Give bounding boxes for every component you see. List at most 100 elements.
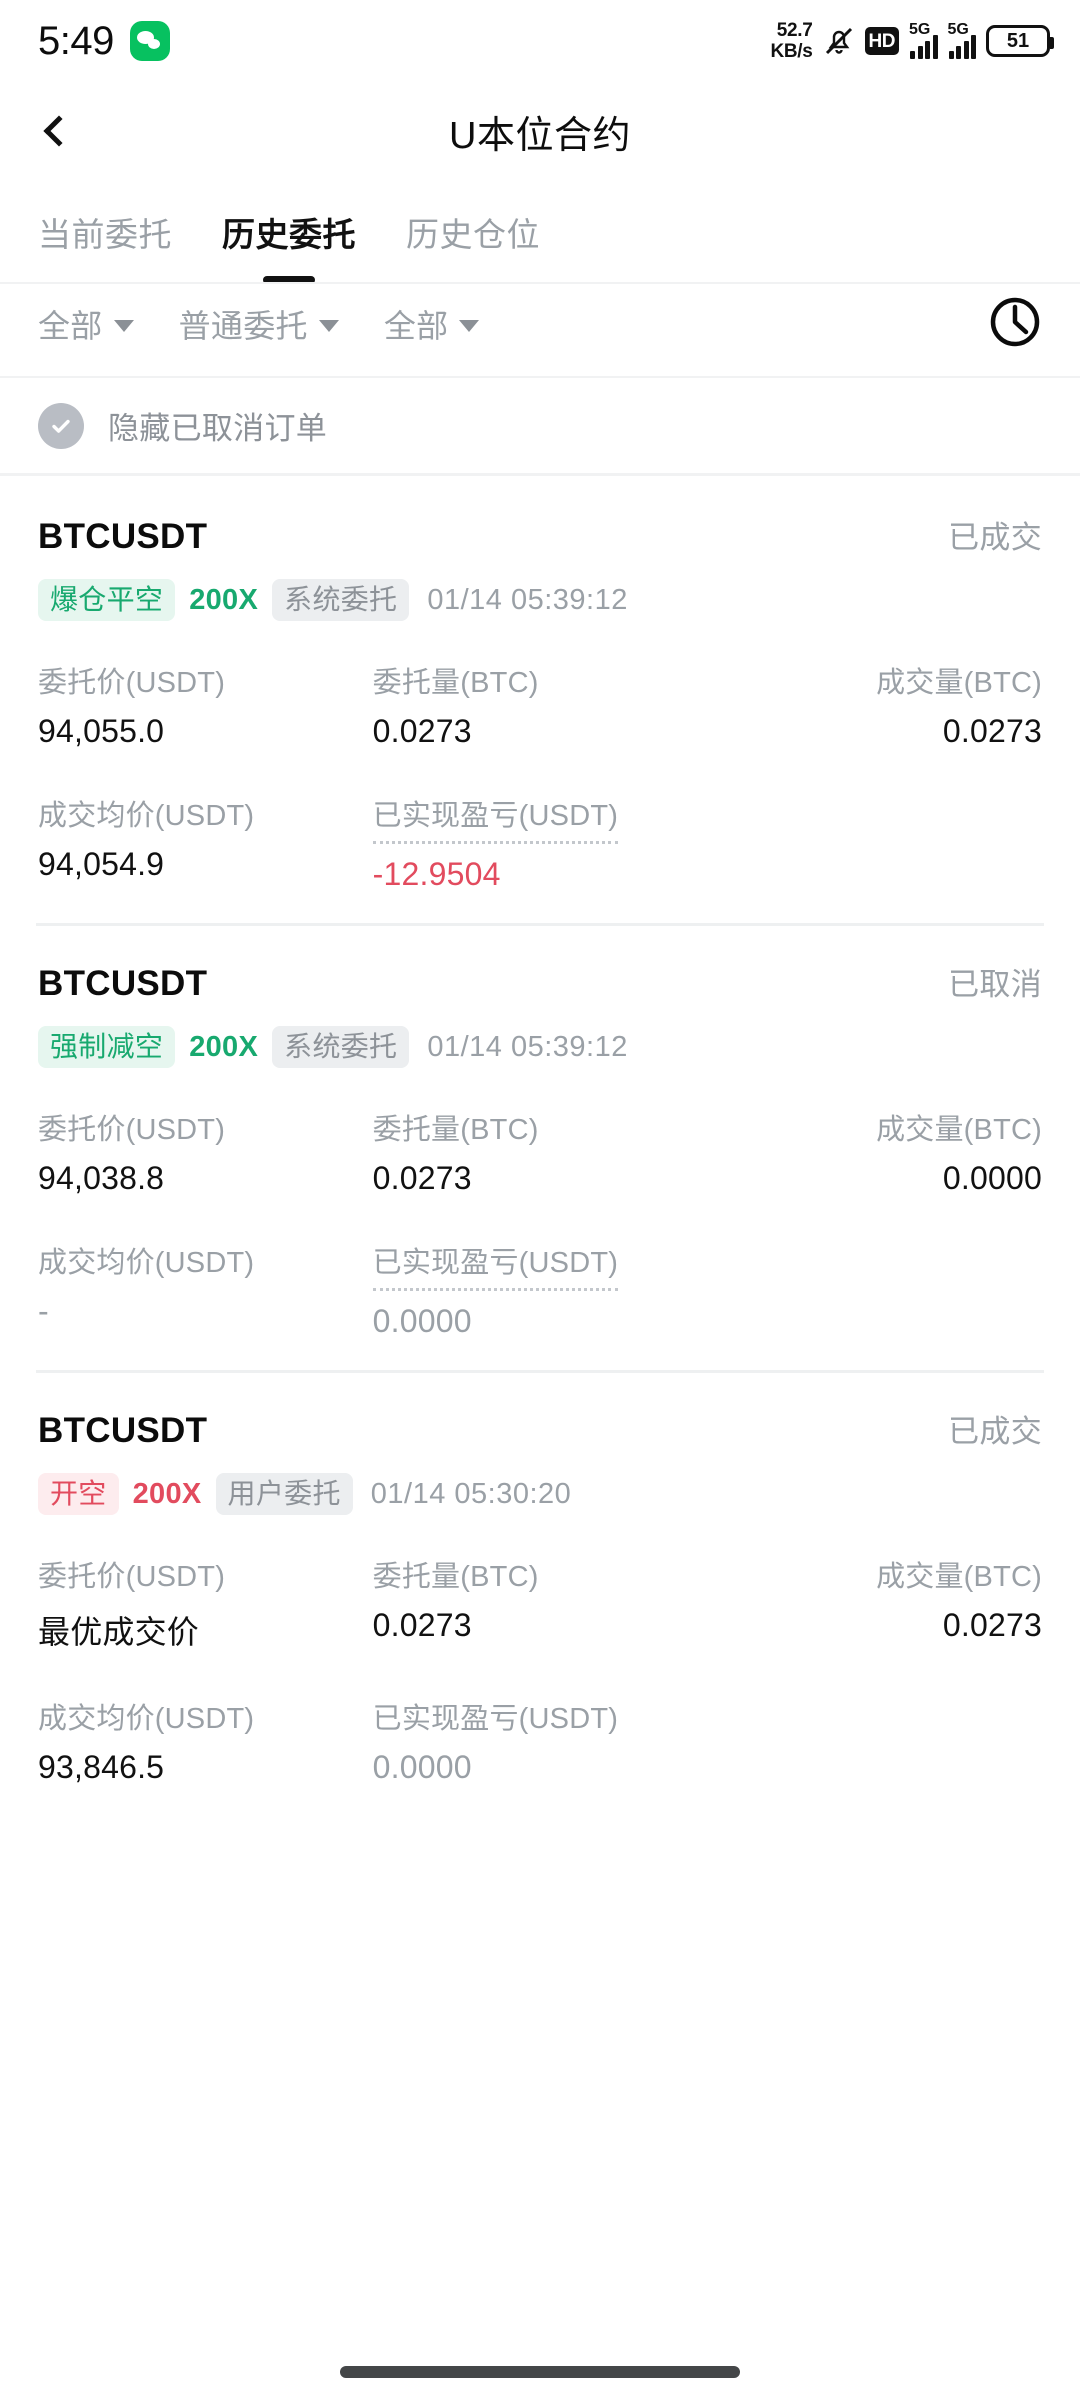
tab-current-orders[interactable]: 当前委托 bbox=[38, 208, 172, 272]
network-speed-indicator: 52.7 KB/s bbox=[770, 20, 812, 62]
realized-pnl-value: -12.9504 bbox=[372, 856, 501, 892]
phone-screen: 5:49 52.7 KB/s HD 5G 5G 51 U本位合约 当前委托 历史… bbox=[0, 0, 1080, 2400]
filled-qty-cell: 成交量(BTC) 0.0273 bbox=[707, 659, 1042, 750]
empty-cell bbox=[707, 1695, 1042, 1786]
filled-qty-value: 0.0273 bbox=[942, 1607, 1042, 1643]
network-speed-value: 52.7 bbox=[776, 20, 813, 41]
order-side-badge: 强制减空 bbox=[38, 1026, 176, 1068]
hide-cancelled-label: 隐藏已取消订单 bbox=[108, 411, 328, 446]
avg-price-value: - bbox=[38, 1293, 49, 1329]
status-badge: 已成交 bbox=[948, 520, 1042, 555]
order-meta: 开空 200X 用户委托 01/14 05:30:20 bbox=[38, 1473, 1042, 1515]
signal-indicator-1: 5G bbox=[909, 21, 938, 59]
order-type-badge: 系统委托 bbox=[272, 579, 410, 621]
tab-bar: 当前委托 历史委托 历史仓位 bbox=[0, 180, 1080, 284]
avg-price-cell: 成交均价(USDT) 93,846.5 bbox=[38, 1695, 373, 1786]
filled-qty-value: 0.0000 bbox=[942, 1160, 1042, 1196]
home-indicator[interactable] bbox=[340, 2366, 740, 2378]
order-qty-cell: 委托量(BTC) 0.0273 bbox=[373, 659, 708, 750]
order-values-row-2: 成交均价(USDT) 94,054.9 已实现盈亏(USDT) -12.9504 bbox=[38, 792, 1042, 893]
tab-position-history[interactable]: 历史仓位 bbox=[406, 208, 540, 272]
order-values-row-1: 委托价(USDT) 94,038.8 委托量(BTC) 0.0273 成交量(B… bbox=[38, 1106, 1042, 1197]
avg-price-label: 成交均价(USDT) bbox=[38, 1247, 255, 1279]
order-qty-cell: 委托量(BTC) 0.0273 bbox=[373, 1553, 708, 1653]
hd-icon: HD bbox=[864, 27, 899, 55]
filled-qty-label: 成交量(BTC) bbox=[876, 1114, 1042, 1146]
realized-pnl-label[interactable]: 已实现盈亏(USDT) bbox=[372, 1239, 619, 1291]
order-timestamp: 01/14 05:39:12 bbox=[427, 1030, 628, 1063]
filled-qty-cell: 成交量(BTC) 0.0000 bbox=[707, 1106, 1042, 1197]
check-circle-icon bbox=[38, 402, 84, 449]
tab-order-history[interactable]: 历史委托 bbox=[222, 208, 356, 272]
order-price-cell: 委托价(USDT) 94,038.8 bbox=[38, 1106, 373, 1197]
clock-icon bbox=[987, 294, 1043, 355]
order-meta: 强制减空 200X 系统委托 01/14 05:39:12 bbox=[38, 1026, 1042, 1068]
signal-1-label: 5G bbox=[909, 21, 931, 38]
order-meta: 爆仓平空 200X 系统委托 01/14 05:39:12 bbox=[38, 579, 1042, 621]
order-values-row-2: 成交均价(USDT) 93,846.5 已实现盈亏(USDT) 0.0000 bbox=[38, 1695, 1042, 1786]
realized-pnl-value: 0.0000 bbox=[372, 1749, 472, 1785]
order-price-value: 94,055.0 bbox=[38, 713, 165, 749]
back-button[interactable] bbox=[0, 82, 110, 180]
status-bar-left: 5:49 bbox=[38, 19, 170, 64]
order-price-cell: 委托价(USDT) 最优成交价 bbox=[38, 1553, 373, 1653]
order-values-row-2: 成交均价(USDT) - 已实现盈亏(USDT) 0.0000 bbox=[38, 1239, 1042, 1340]
realized-pnl-label[interactable]: 已实现盈亏(USDT) bbox=[372, 792, 619, 844]
page-header: U本位合约 bbox=[0, 82, 1080, 180]
order-header: BTCUSDT 已成交 bbox=[38, 1406, 1042, 1451]
page-title: U本位合约 bbox=[449, 114, 631, 157]
status-bar-right: 52.7 KB/s HD 5G 5G 51 bbox=[770, 20, 1054, 62]
battery-level: 51 bbox=[1006, 30, 1030, 52]
order-symbol: BTCUSDT bbox=[38, 964, 208, 1003]
filled-qty-value: 0.0273 bbox=[942, 713, 1042, 749]
avg-price-value: 93,846.5 bbox=[38, 1749, 165, 1785]
filter-bar: 全部 普通委托 全部 bbox=[0, 272, 1080, 378]
avg-price-label: 成交均价(USDT) bbox=[38, 1703, 255, 1735]
order-price-value: 最优成交价 bbox=[38, 1614, 200, 1650]
order-price-cell: 委托价(USDT) 94,055.0 bbox=[38, 659, 373, 750]
chevron-down-icon bbox=[459, 319, 480, 332]
avg-price-cell: 成交均价(USDT) - bbox=[38, 1239, 373, 1340]
chevron-down-icon bbox=[113, 319, 134, 332]
order-qty-value: 0.0273 bbox=[372, 713, 472, 749]
network-speed-unit: KB/s bbox=[770, 41, 813, 62]
order-leverage: 200X bbox=[189, 1030, 259, 1063]
filter-symbol-label: 全部 bbox=[38, 308, 103, 344]
filter-symbol[interactable]: 全部 bbox=[38, 301, 134, 347]
status-badge: 已成交 bbox=[948, 1414, 1042, 1449]
filled-qty-label: 成交量(BTC) bbox=[876, 1561, 1042, 1593]
table-row[interactable]: BTCUSDT 已成交 开空 200X 用户委托 01/14 05:30:20 … bbox=[0, 1370, 1080, 1816]
order-timestamp: 01/14 05:30:20 bbox=[370, 1477, 572, 1510]
realized-pnl-cell: 已实现盈亏(USDT) 0.0000 bbox=[372, 1239, 708, 1340]
back-chevron-icon bbox=[43, 115, 75, 147]
order-qty-value: 0.0273 bbox=[372, 1160, 472, 1196]
history-time-button[interactable] bbox=[984, 293, 1046, 355]
order-type-badge: 系统委托 bbox=[272, 1026, 410, 1068]
table-row[interactable]: BTCUSDT 已取消 强制减空 200X 系统委托 01/14 05:39:1… bbox=[0, 923, 1080, 1370]
empty-cell bbox=[707, 792, 1042, 893]
filter-order-type-label: 普通委托 bbox=[178, 308, 308, 344]
order-qty-label: 委托量(BTC) bbox=[372, 1114, 539, 1146]
filled-qty-cell: 成交量(BTC) 0.0273 bbox=[707, 1553, 1042, 1653]
order-qty-value: 0.0273 bbox=[372, 1607, 472, 1643]
realized-pnl-value: 0.0000 bbox=[372, 1303, 472, 1339]
order-symbol: BTCUSDT bbox=[38, 517, 208, 556]
wechat-icon bbox=[129, 21, 170, 61]
bell-muted-icon bbox=[823, 24, 855, 58]
empty-cell bbox=[707, 1239, 1042, 1340]
filter-order-type[interactable]: 普通委托 bbox=[179, 301, 339, 347]
hide-cancelled-toggle[interactable]: 隐藏已取消订单 bbox=[0, 378, 1080, 476]
order-qty-label: 委托量(BTC) bbox=[372, 667, 539, 699]
table-row[interactable]: BTCUSDT 已成交 爆仓平空 200X 系统委托 01/14 05:39:1… bbox=[0, 476, 1080, 923]
order-symbol: BTCUSDT bbox=[38, 1411, 208, 1450]
realized-pnl-label[interactable]: 已实现盈亏(USDT) bbox=[373, 1695, 708, 1737]
realized-pnl-cell: 已实现盈亏(USDT) -12.9504 bbox=[372, 792, 708, 893]
order-price-label: 委托价(USDT) bbox=[38, 1114, 226, 1146]
order-price-value: 94,038.8 bbox=[38, 1160, 165, 1196]
realized-pnl-cell: 已实现盈亏(USDT) 0.0000 bbox=[373, 1695, 708, 1786]
signal-indicator-2: 5G bbox=[948, 21, 976, 59]
filter-status[interactable]: 全部 bbox=[384, 301, 480, 347]
battery-icon: 51 bbox=[986, 25, 1054, 57]
order-price-label: 委托价(USDT) bbox=[38, 667, 226, 699]
order-timestamp: 01/14 05:39:12 bbox=[427, 583, 628, 616]
